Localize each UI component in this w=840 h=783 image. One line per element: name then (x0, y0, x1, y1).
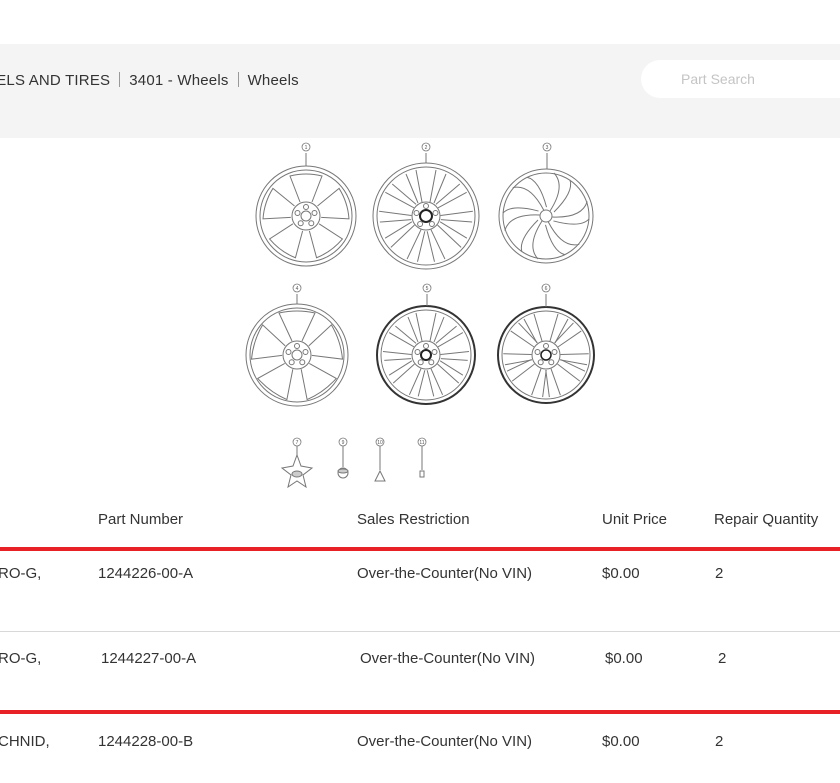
breadcrumb: EELS AND TIRES 3401 - Wheels Wheels (0, 72, 299, 89)
breadcrumb-separator (119, 72, 121, 87)
wheel-4-illustration (245, 303, 349, 407)
sales-restriction-cell: Over-the-Counter(No VIN) (357, 565, 533, 582)
callout-2[interactable]: 2 (425, 145, 428, 151)
unit-price-cell: $0.00 (605, 650, 643, 667)
repair-quantity-cell: 2 (715, 565, 724, 582)
sales-restriction-cell: Over-the-Counter(No VIN) (357, 733, 533, 750)
callout-1[interactable]: 1 (305, 145, 308, 151)
breadcrumb-item-current[interactable]: Wheels (248, 72, 299, 89)
parts-diagram: 1 2 3 4 5 6 7 9 10 11 (245, 142, 595, 489)
breadcrumb-item-category[interactable]: EELS AND TIRES (0, 72, 110, 89)
part-name-cell: RO-G, (0, 565, 42, 582)
unit-price-cell: $0.00 (602, 565, 640, 582)
callout-6[interactable]: 6 (545, 286, 548, 292)
column-header-sales-restriction[interactable]: Sales Restriction (357, 511, 470, 528)
callout-10[interactable]: 10 (377, 440, 383, 446)
wheel-1-illustration (255, 165, 357, 267)
part-number-cell[interactable]: 1244226-00-A (98, 565, 193, 582)
callout-7[interactable]: 7 (296, 440, 299, 446)
callout-4[interactable]: 4 (296, 286, 299, 292)
repair-quantity-cell: 2 (718, 650, 727, 667)
center-cap-illustration (280, 453, 314, 489)
breadcrumb-separator (237, 72, 239, 87)
column-header-part-number[interactable]: Part Number (98, 511, 183, 528)
hub-cap-illustration (337, 467, 349, 479)
callout-9[interactable]: 9 (342, 440, 345, 446)
column-header-unit-price[interactable]: Unit Price (602, 511, 667, 528)
part-search-input[interactable] (641, 60, 840, 98)
column-header-repair-quantity[interactable]: Repair Quantity (714, 511, 818, 528)
wheel-3-illustration (498, 168, 594, 264)
part-name-cell: RO-G, (0, 650, 42, 667)
callout-3[interactable]: 3 (546, 145, 549, 151)
unit-price-cell: $0.00 (602, 733, 640, 750)
breadcrumb-item-group[interactable]: 3401 - Wheels (129, 72, 228, 89)
row-highlight-top (0, 547, 840, 551)
part-name-cell: CHNID, (0, 733, 50, 750)
wheel-6-illustration (497, 306, 595, 404)
wheel-5-illustration (376, 305, 476, 405)
part-number-cell[interactable]: 1244227-00-A (101, 650, 196, 667)
callout-11[interactable]: 11 (419, 440, 424, 446)
valve-stem-illustration (374, 469, 386, 482)
callout-5[interactable]: 5 (426, 286, 429, 292)
row-divider (0, 631, 840, 632)
row-highlight-bottom (0, 710, 840, 714)
wheel-2-illustration (372, 162, 480, 270)
clip-illustration (419, 470, 425, 478)
sales-restriction-cell: Over-the-Counter(No VIN) (360, 650, 536, 667)
part-number-cell[interactable]: 1244228-00-B (98, 733, 193, 750)
repair-quantity-cell: 2 (715, 733, 724, 750)
